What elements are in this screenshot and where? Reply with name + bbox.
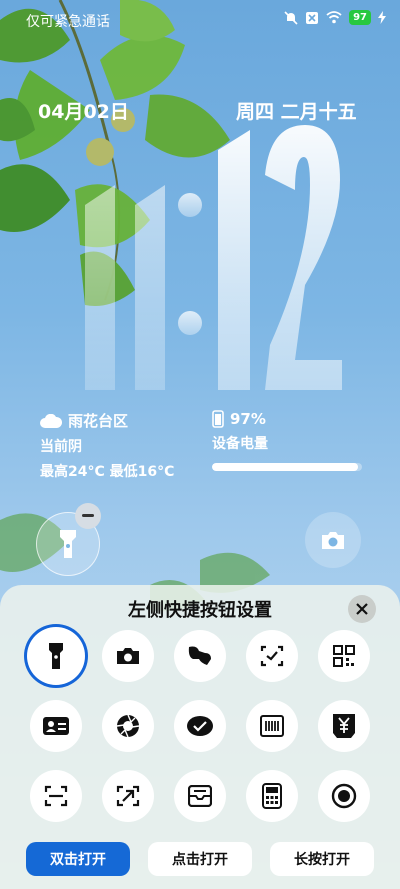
inbox-icon [188, 785, 212, 807]
flashlight-icon [49, 643, 63, 669]
option-scan-frame[interactable] [30, 770, 82, 822]
charging-icon [378, 11, 386, 24]
status-bar: 仅可紧急通话 97 [0, 0, 400, 40]
option-switch[interactable] [174, 630, 226, 682]
weather-widget[interactable]: 雨花台区 当前阴 最高24°C 最低16°C [40, 410, 174, 481]
emergency-call-text: 仅可紧急通话 [26, 14, 110, 30]
tab-single-click[interactable]: 点击打开 [148, 842, 252, 876]
close-icon [356, 603, 368, 615]
status-icons: 97 [284, 10, 386, 25]
option-aperture[interactable] [102, 700, 154, 752]
option-barcode[interactable] [246, 700, 298, 752]
minus-icon [82, 514, 94, 517]
weather-condition: 当前阴 [40, 439, 82, 455]
camera-icon [322, 532, 344, 549]
option-wechat[interactable] [174, 700, 226, 752]
id-card-icon [43, 717, 69, 735]
flashlight-icon [60, 530, 76, 558]
qr-code-icon [333, 645, 355, 667]
option-yen-note[interactable] [318, 700, 370, 752]
checkbox-scan-icon [260, 645, 284, 667]
wechat-icon [187, 716, 213, 736]
option-record[interactable] [318, 770, 370, 822]
option-id-card[interactable] [30, 700, 82, 752]
send-arrow-icon [116, 785, 140, 807]
switch-icon [188, 646, 211, 665]
battery-progress-fill [212, 463, 358, 471]
option-send-arrow[interactable] [102, 770, 154, 822]
scan-frame-icon [44, 785, 68, 807]
option-qr-code[interactable] [318, 630, 370, 682]
option-camera[interactable] [102, 630, 154, 682]
close-button[interactable] [348, 595, 376, 623]
battery-progress-bar [212, 463, 362, 471]
trigger-mode-tabs: 双击打开 点击打开 长按打开 [0, 842, 400, 878]
record-icon [331, 783, 357, 809]
option-calculator[interactable] [246, 770, 298, 822]
battery-percent: 97% [230, 410, 266, 428]
barcode-icon [260, 715, 284, 737]
cloud-icon [40, 413, 62, 428]
battery-level-badge: 97 [349, 10, 371, 25]
remove-shortcut-button[interactable] [75, 503, 101, 529]
lock-clock [70, 95, 360, 405]
camera-icon [117, 648, 139, 664]
tab-double-click[interactable]: 双击打开 [26, 842, 130, 876]
option-flashlight[interactable] [30, 630, 82, 682]
aperture-icon [116, 714, 140, 738]
weather-temp-range: 最高24°C 最低16°C [40, 464, 175, 480]
calculator-icon [262, 783, 282, 809]
clock-digits-graphic [85, 125, 342, 390]
option-inbox[interactable] [174, 770, 226, 822]
device-battery-widget[interactable]: 97% 设备电量 [212, 410, 372, 471]
sheet-title: 左侧快捷按钮设置 [128, 600, 272, 621]
right-shortcut-camera-button[interactable] [305, 512, 361, 568]
yen-note-icon [333, 714, 355, 738]
weather-location: 雨花台区 [68, 412, 129, 430]
mute-bell-icon [284, 10, 298, 25]
no-sim-icon [306, 11, 319, 24]
tab-long-press[interactable]: 长按打开 [270, 842, 374, 876]
phone-battery-icon [212, 410, 224, 428]
battery-label: 设备电量 [212, 436, 268, 452]
option-checkbox-scan[interactable] [246, 630, 298, 682]
wifi-icon [326, 11, 342, 24]
